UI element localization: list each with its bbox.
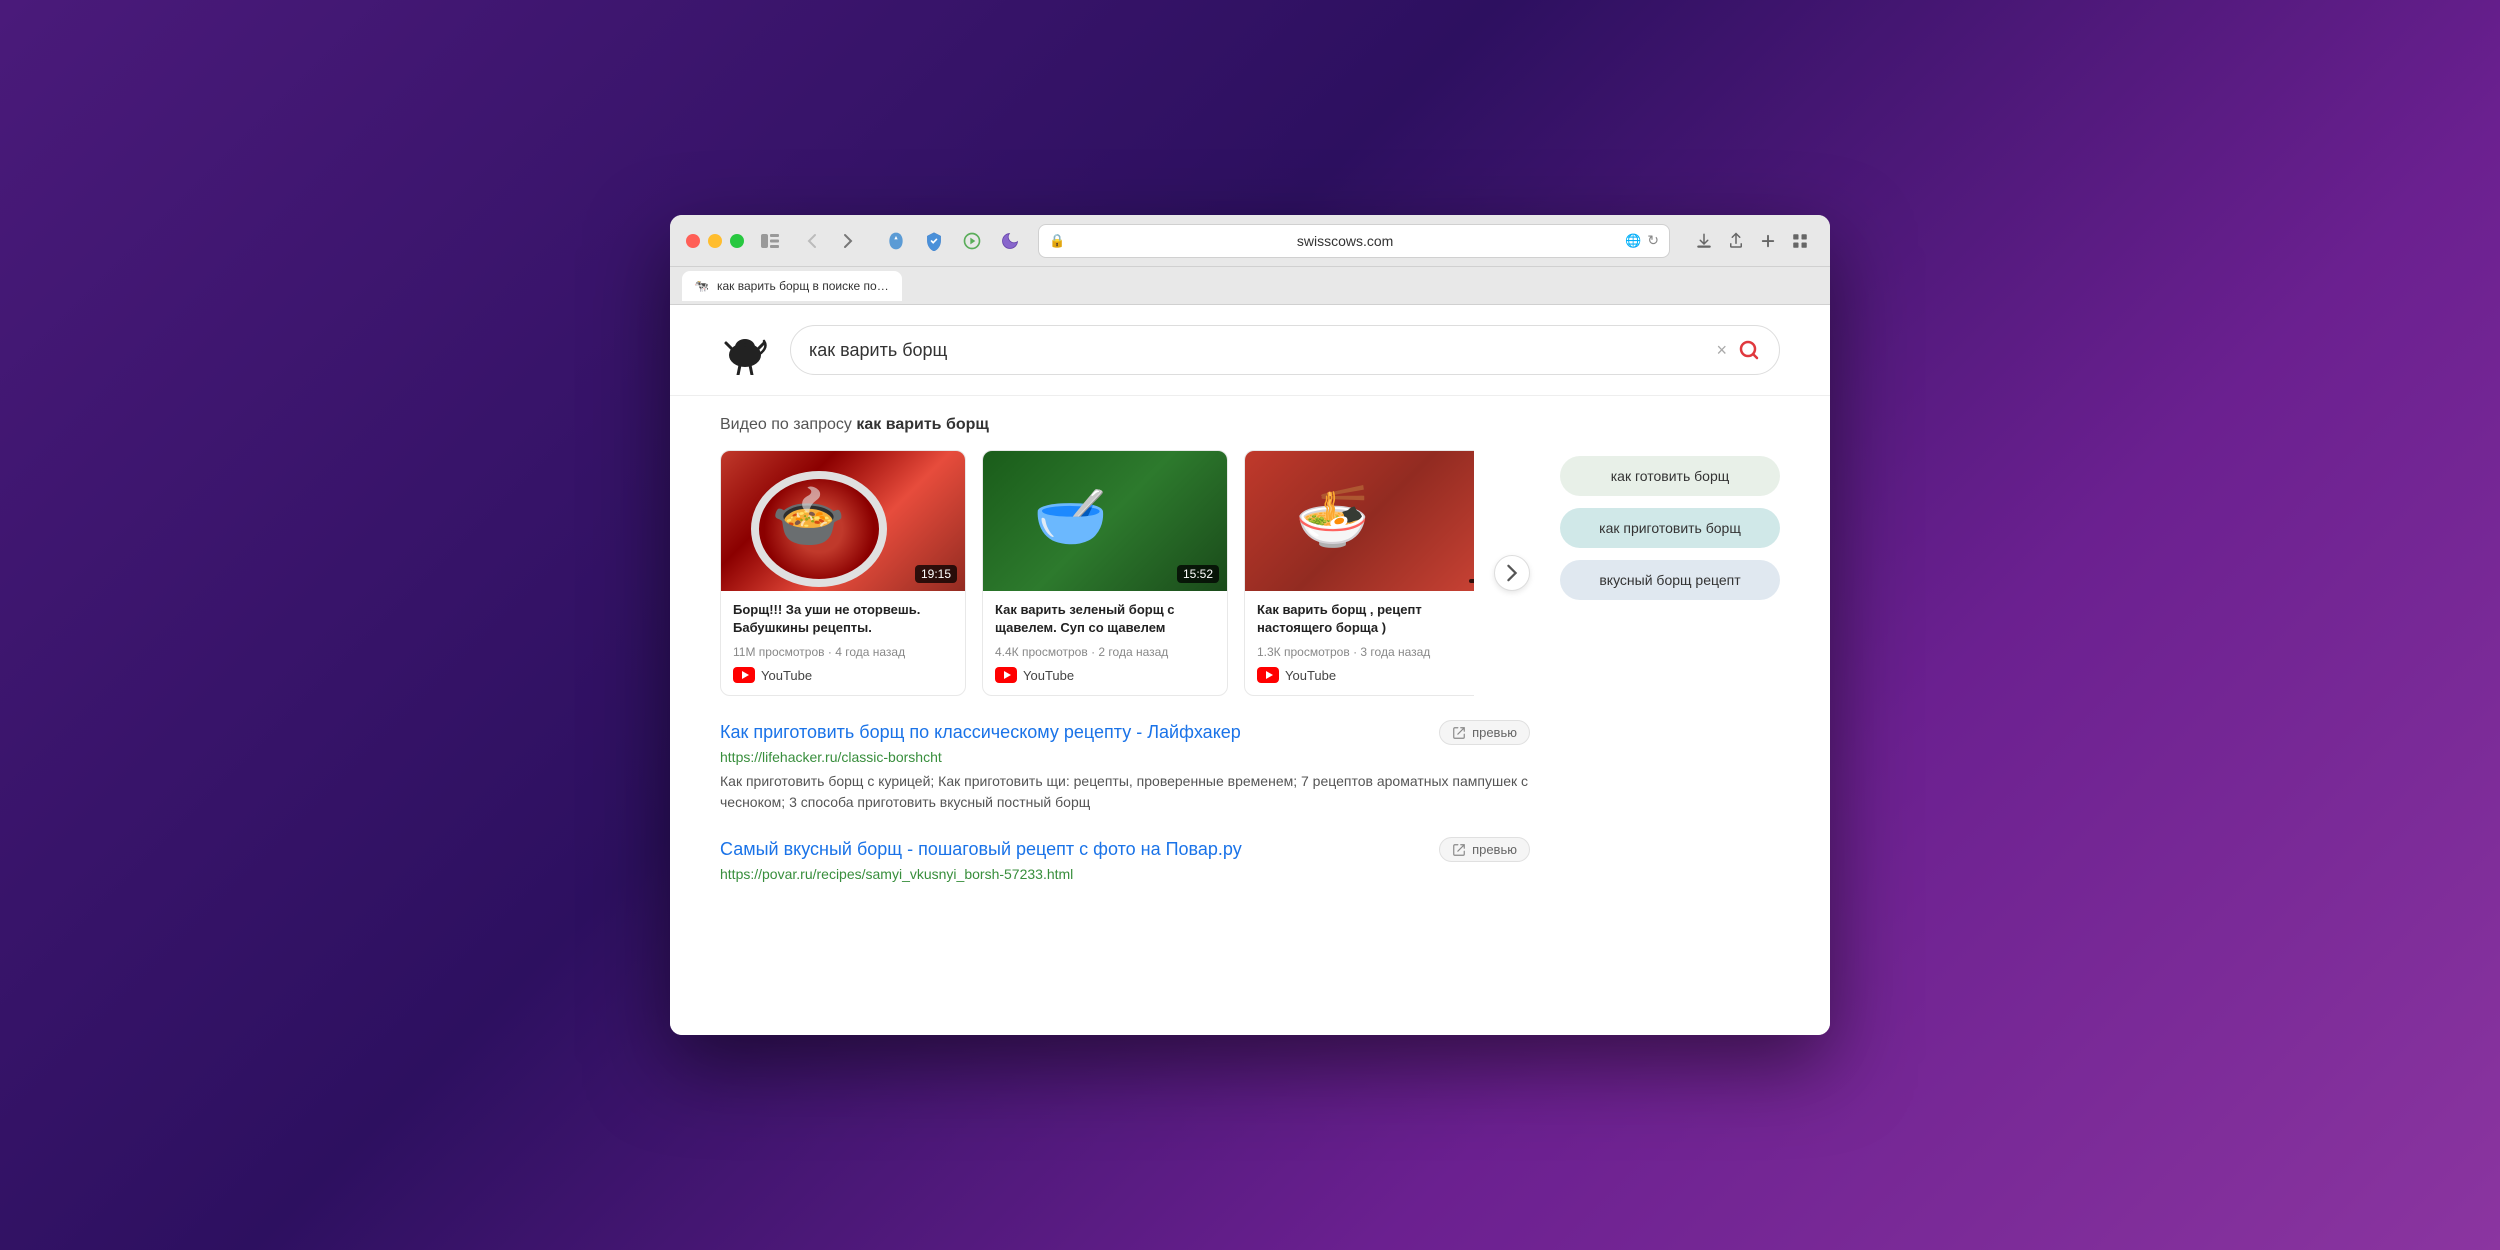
main-content: Видео по запросу как варить борщ 19:15 Б…	[670, 396, 1830, 926]
carousel-next-button[interactable]	[1494, 555, 1530, 591]
video-source: YouTube	[995, 667, 1215, 683]
search-clear-button[interactable]: ×	[1716, 340, 1727, 361]
video-cards: 19:15 Борщ!!! За уши не оторвешь. Бабушк…	[720, 450, 1474, 696]
shield-icon-button[interactable]	[918, 225, 950, 257]
video-duration: 19:15	[915, 565, 957, 583]
video-card[interactable]: 19:15 Борщ!!! За уши не оторвешь. Бабушк…	[720, 450, 966, 696]
result-snippet: Как приготовить борщ с курицей; Как приг…	[720, 771, 1530, 813]
browser-toolbar-icons	[880, 225, 1026, 257]
privacy-icon-button[interactable]	[880, 225, 912, 257]
url-text[interactable]: swisscows.com	[1073, 233, 1617, 249]
video-info: Как варить борщ , рецепт настоящего борщ…	[1245, 591, 1474, 695]
video-duration	[1469, 579, 1474, 583]
youtube-label: YouTube	[1023, 668, 1074, 683]
video-duration: 15:52	[1177, 565, 1219, 583]
search-input[interactable]	[809, 340, 1706, 361]
browser-window: 🔒 swisscows.com 🌐 ↻ 🐄 как	[670, 215, 1830, 1035]
media-icon-button[interactable]	[956, 225, 988, 257]
youtube-icon	[1257, 667, 1279, 683]
address-bar[interactable]: 🔒 swisscows.com 🌐 ↻	[1038, 224, 1670, 258]
suggestion-button-1[interactable]: как готовить борщ	[1560, 456, 1780, 496]
video-title: Как варить борщ , рецепт настоящего борщ…	[1257, 601, 1474, 637]
back-button[interactable]	[796, 225, 828, 257]
download-button[interactable]	[1690, 227, 1718, 255]
video-info: Как варить зеленый борщ с щавелем. Суп с…	[983, 591, 1227, 695]
sidebar-toggle-button[interactable]	[756, 227, 784, 255]
video-meta: 4.4К просмотров · 2 года назад	[995, 645, 1215, 659]
search-box[interactable]: ×	[790, 325, 1780, 375]
video-info: Борщ!!! За уши не оторвешь. Бабушкины ре…	[721, 591, 965, 695]
video-thumbnail: 15:52	[983, 451, 1227, 591]
close-button[interactable]	[686, 234, 700, 248]
toolbar-right	[1690, 227, 1814, 255]
video-source: YouTube	[1257, 667, 1474, 683]
page-content: × Видео по запросу как варить борщ	[670, 305, 1830, 1035]
video-card[interactable]: Как варить борщ , рецепт настоящего борщ…	[1244, 450, 1474, 696]
video-meta: 11М просмотров · 4 года назад	[733, 645, 953, 659]
result-header: Как приготовить борщ по классическому ре…	[720, 720, 1530, 745]
new-tab-button[interactable]	[1754, 227, 1782, 255]
result-title[interactable]: Как приготовить борщ по классическому ре…	[720, 722, 1427, 743]
search-header: ×	[670, 305, 1830, 396]
suggestion-button-2[interactable]: как приготовить борщ	[1560, 508, 1780, 548]
suggestion-button-3[interactable]: вкусный борщ рецепт	[1560, 560, 1780, 600]
video-thumbnail: 19:15	[721, 451, 965, 591]
result-url: https://povar.ru/recipes/samyi_vkusnyi_b…	[720, 866, 1530, 882]
result-url: https://lifehacker.ru/classic-borshcht	[720, 749, 1530, 765]
minimize-button[interactable]	[708, 234, 722, 248]
grid-view-button[interactable]	[1786, 227, 1814, 255]
youtube-icon	[733, 667, 755, 683]
share-button[interactable]	[1722, 227, 1750, 255]
video-meta: 1.3К просмотров · 3 года назад	[1257, 645, 1474, 659]
video-title: Как варить зеленый борщ с щавелем. Суп с…	[995, 601, 1215, 637]
tab-title: как варить борщ в поиске по разделу Веб …	[717, 279, 890, 293]
nav-controls	[796, 225, 864, 257]
search-submit-icon[interactable]	[1737, 338, 1761, 362]
section-title: Видео по запросу как варить борщ	[720, 416, 1530, 434]
results-area: Видео по запросу как варить борщ 19:15 Б…	[720, 416, 1530, 906]
logo[interactable]	[720, 325, 770, 375]
forward-button[interactable]	[832, 225, 864, 257]
videos-section: Видео по запросу как варить борщ 19:15 Б…	[720, 416, 1530, 696]
web-results: Как приготовить борщ по классическому ре…	[720, 720, 1530, 882]
theme-icon-button[interactable]	[994, 225, 1026, 257]
result-item: Как приготовить борщ по классическому ре…	[720, 720, 1530, 813]
traffic-lights	[686, 234, 744, 248]
youtube-icon	[995, 667, 1017, 683]
result-item: Самый вкусный борщ - пошаговый рецепт с …	[720, 837, 1530, 882]
youtube-label: YouTube	[761, 668, 812, 683]
preview-button[interactable]: превью	[1439, 720, 1530, 745]
video-title: Борщ!!! За уши не оторвешь. Бабушкины ре…	[733, 601, 953, 637]
video-source: YouTube	[733, 667, 953, 683]
active-tab[interactable]: 🐄 как варить борщ в поиске по разделу Ве…	[682, 271, 902, 301]
translate-icon: 🌐	[1625, 233, 1641, 249]
preview-button[interactable]: превью	[1439, 837, 1530, 862]
video-thumbnail	[1245, 451, 1474, 591]
lock-icon: 🔒	[1049, 233, 1065, 249]
video-card[interactable]: 15:52 Как варить зеленый борщ с щавелем.…	[982, 450, 1228, 696]
result-header: Самый вкусный борщ - пошаговый рецепт с …	[720, 837, 1530, 862]
videos-container: 19:15 Борщ!!! За уши не оторвешь. Бабушк…	[720, 450, 1530, 696]
title-bar: 🔒 swisscows.com 🌐 ↻	[670, 215, 1830, 267]
result-title[interactable]: Самый вкусный борщ - пошаговый рецепт с …	[720, 839, 1427, 860]
tab-bar: 🐄 как варить борщ в поиске по разделу Ве…	[670, 267, 1830, 305]
address-icons: 🌐 ↻	[1625, 232, 1659, 249]
sidebar: как готовить борщ как приготовить борщ в…	[1560, 416, 1780, 906]
tab-favicon: 🐄	[694, 279, 709, 293]
maximize-button[interactable]	[730, 234, 744, 248]
youtube-label: YouTube	[1285, 668, 1336, 683]
reload-icon[interactable]: ↻	[1647, 232, 1659, 249]
